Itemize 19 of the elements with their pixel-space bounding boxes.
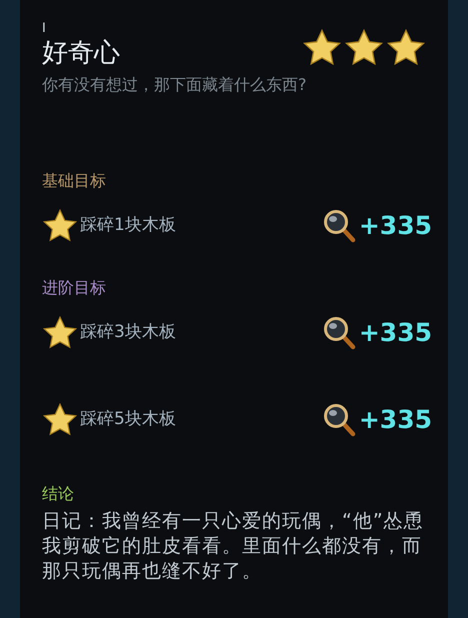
goal-label: 踩碎3块木板 — [80, 321, 176, 344]
star-icon — [386, 28, 426, 68]
goal-label: 踩碎5块木板 — [80, 408, 176, 432]
section-heading: 基础目标 — [42, 170, 107, 192]
conclusion-heading: 结论 — [42, 483, 75, 505]
goal-label: 踩碎1块木板 — [80, 214, 176, 238]
magnifier-icon — [322, 403, 357, 437]
section-heading: 进阶目标 — [42, 277, 107, 299]
conclusion-text: 日记：我曾经有一只心爱的玩偶，“他”怂恿我剪破它的肚皮看看。里面什么都没有，而那只玩偶再也缝不好了。 — [42, 509, 425, 584]
level-number: I — [42, 22, 47, 36]
reward-value: +335 — [358, 317, 432, 350]
magnifier-icon — [322, 316, 357, 350]
achievement-subtitle: 你有没有想过，那下面藏着什么东西? — [42, 74, 308, 96]
reward-value: +335 — [358, 404, 432, 436]
magnifier-icon — [322, 209, 357, 243]
reward-value: +335 — [358, 210, 432, 242]
star-icon — [344, 28, 384, 68]
star-icon — [302, 28, 342, 68]
achievement-title: 好奇心 — [42, 37, 120, 70]
